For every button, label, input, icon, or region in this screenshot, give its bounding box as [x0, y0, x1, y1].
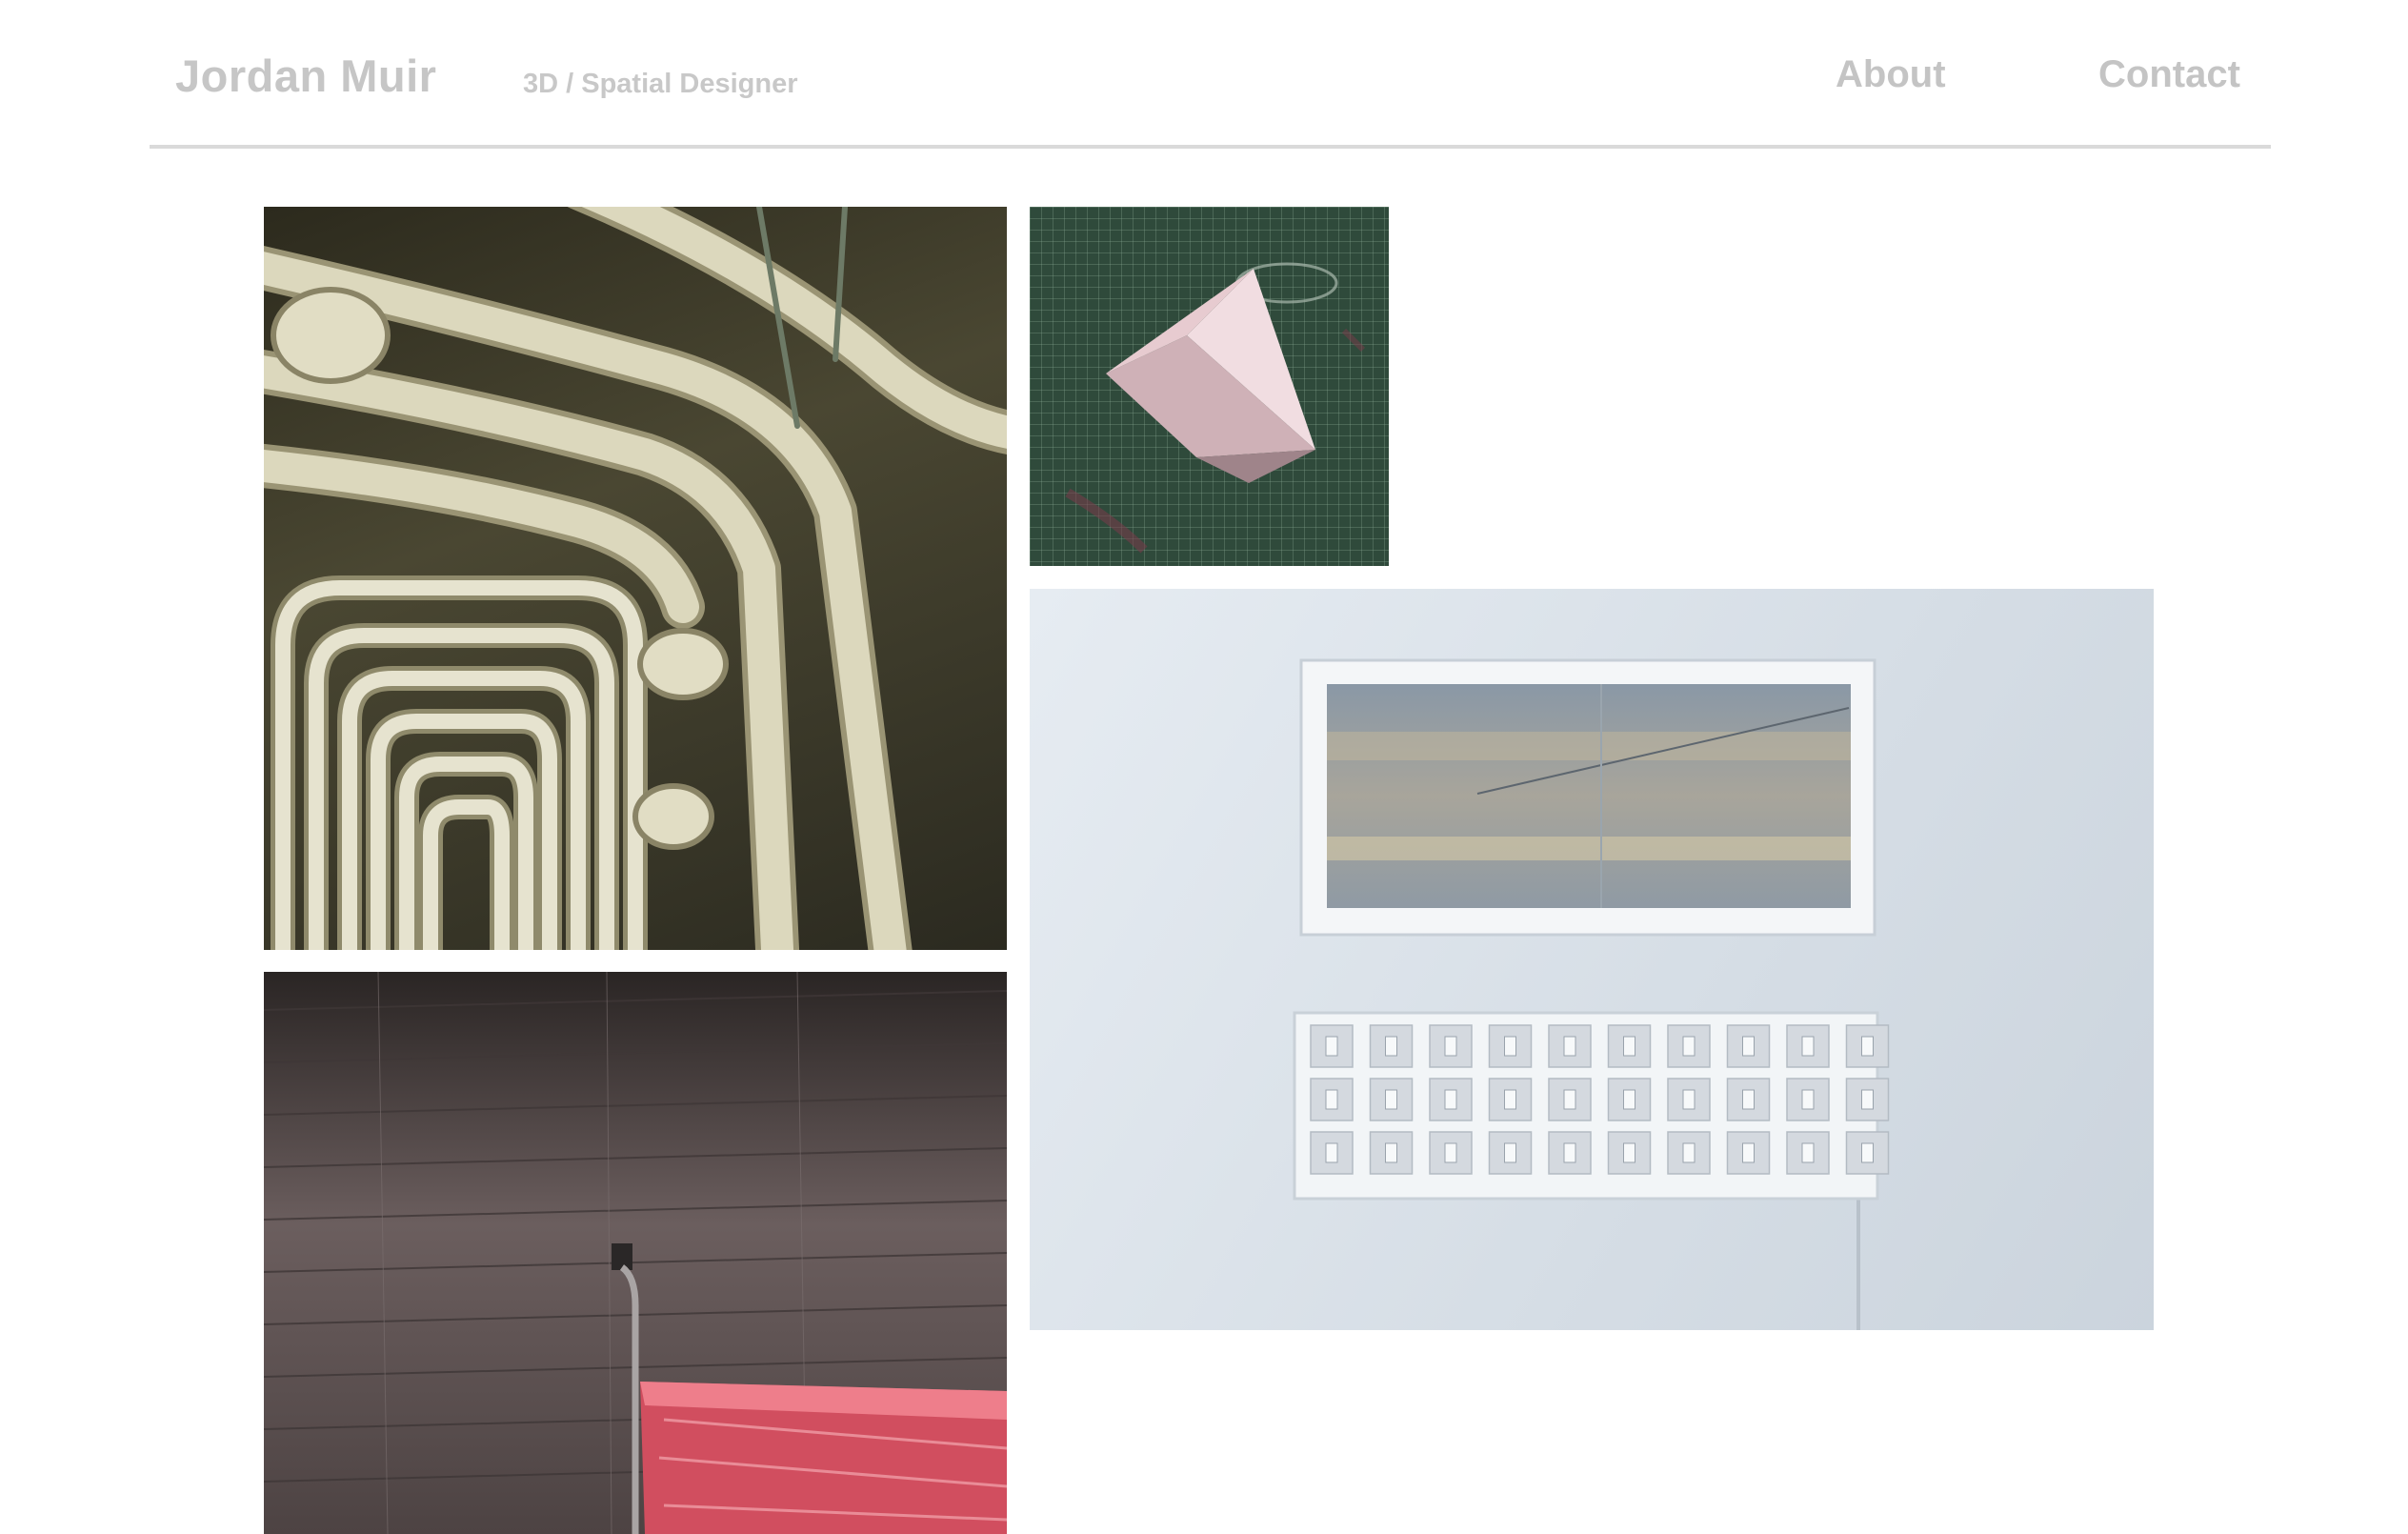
site-name[interactable]: Jordan Muir — [175, 50, 436, 102]
ribs-structure-image — [264, 207, 1007, 950]
light-switch-rocker — [1742, 1142, 1755, 1163]
light-switch-rocker — [1623, 1089, 1635, 1110]
light-switch-rocker — [1444, 1142, 1457, 1163]
light-switch-rocker — [1861, 1036, 1874, 1057]
project-tile-screen[interactable] — [1030, 589, 2154, 1330]
concrete-wall-image — [264, 972, 1007, 1534]
light-switch-rocker — [1742, 1036, 1755, 1057]
light-switch-rocker — [1682, 1089, 1696, 1110]
light-switch-rocker — [1504, 1089, 1516, 1110]
site-header: Jordan Muir 3D / Spatial Designer About … — [150, 0, 2271, 149]
light-switch-rocker — [1801, 1142, 1815, 1163]
light-switch-rocker — [1682, 1142, 1696, 1163]
light-switch-rocker — [1563, 1142, 1576, 1163]
light-switch-rocker — [1325, 1036, 1338, 1057]
light-switch-rocker — [1385, 1142, 1397, 1163]
polyhedron-image — [1065, 262, 1366, 554]
light-switch-rocker — [1623, 1036, 1635, 1057]
light-switch-rocker — [1504, 1142, 1516, 1163]
light-switch-rocker — [1623, 1142, 1635, 1163]
light-switch-rocker — [1563, 1036, 1576, 1057]
light-switch-rocker — [1504, 1036, 1516, 1057]
nav-contact-link[interactable]: Contact — [2098, 53, 2240, 96]
light-switch-rocker — [1325, 1089, 1338, 1110]
project-tile-polyhedron[interactable] — [1030, 207, 1389, 566]
light-switch-rocker — [1385, 1036, 1397, 1057]
light-switch-rocker — [1742, 1089, 1755, 1110]
light-switch-rocker — [1861, 1089, 1874, 1110]
light-switch-rocker — [1444, 1089, 1457, 1110]
light-switch-rocker — [1563, 1089, 1576, 1110]
light-switch-rocker — [1861, 1142, 1874, 1163]
light-switch-rocker — [1444, 1036, 1457, 1057]
light-switch-rocker — [1385, 1089, 1397, 1110]
nav-about-link[interactable]: About — [1836, 53, 1946, 96]
site-role: 3D / Spatial Designer — [523, 69, 798, 99]
light-switch-rocker — [1325, 1142, 1338, 1163]
project-tile-ribs[interactable] — [264, 207, 1007, 950]
light-switch-rocker — [1801, 1089, 1815, 1110]
light-switch-rocker — [1801, 1036, 1815, 1057]
light-switch-rocker — [1682, 1036, 1696, 1057]
project-tile-wall[interactable] — [264, 972, 1007, 1534]
screen-installation-image — [1293, 658, 1890, 1330]
